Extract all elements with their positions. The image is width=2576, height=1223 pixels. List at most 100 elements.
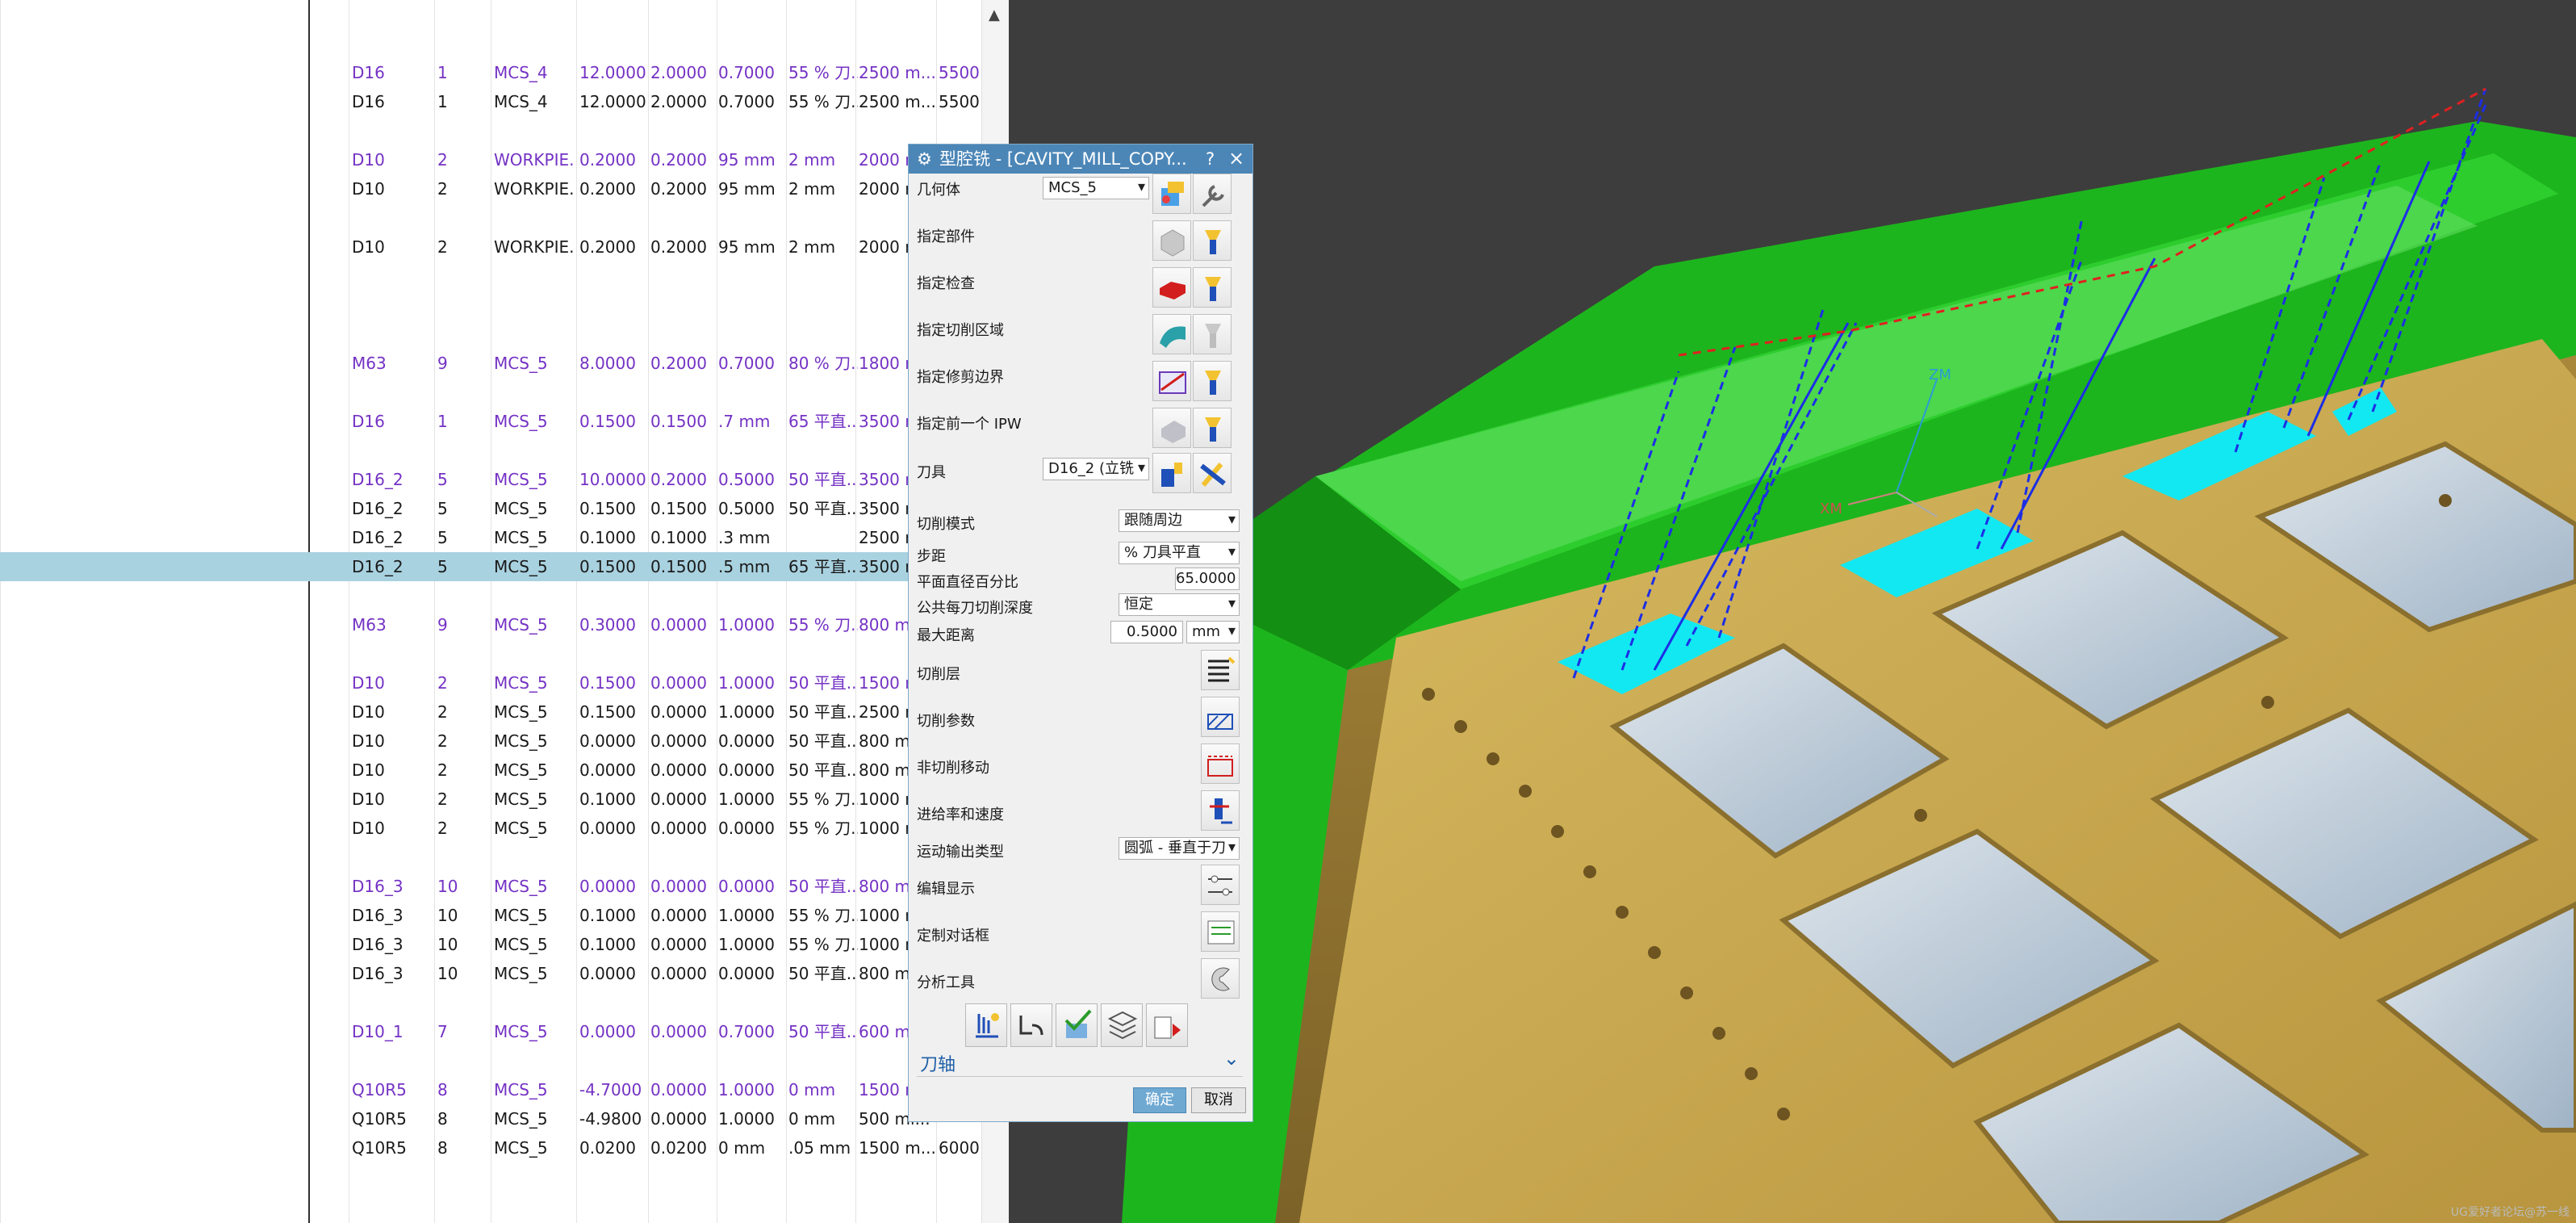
display-check-button[interactable] <box>1193 267 1232 308</box>
tool-axis-section[interactable]: 刀轴 ⌄ <box>917 1047 1243 1077</box>
operation-row[interactable]: PLANAR_PROFILE_6_...D102MCS_50.15000.000… <box>0 668 981 697</box>
group-row[interactable]: 侧面2粗精铣 <box>0 291 981 320</box>
operation-row[interactable]: PLANAR_PROFILE_8_...D10_17MCS_50.00000.0… <box>0 1017 981 1046</box>
select-ipw-button[interactable] <box>1152 408 1191 448</box>
tool-select[interactable]: D16_2 (立铣 <box>1043 458 1149 480</box>
operation-row[interactable]: PLANAR_PROFILE_10D16_25MCS_510.00000.200… <box>0 465 981 494</box>
cut-params-button[interactable] <box>1201 697 1240 737</box>
group-row[interactable]: 侧面精 <box>0 1162 981 1192</box>
program-group-row[interactable]: O0101 <box>0 320 981 349</box>
display-trim-button[interactable] <box>1193 361 1232 401</box>
cut-levels-label: 切削层 <box>917 666 960 683</box>
display-cut-area-button[interactable] <box>1193 314 1232 354</box>
tool-cell: D16_3 <box>352 906 404 925</box>
operation-row[interactable]: ADAPTIVE_MILLINGD102WORKPIE...0.20000.20… <box>0 145 981 174</box>
operation-row[interactable]: PLANAR_PROFILE_6_...D102MCS_50.15000.000… <box>0 697 981 727</box>
new-tool-button[interactable] <box>1152 453 1191 493</box>
operation-row[interactable]: CAVITY_MILL_COPY_...D16_25MCS_50.15000.1… <box>0 552 981 581</box>
depth-per-cut-select[interactable]: 恒定 <box>1119 593 1240 616</box>
num-cell: 10 <box>437 935 458 954</box>
generate-button[interactable] <box>965 1003 1007 1047</box>
scroll-up-arrow-icon[interactable]: ▲ <box>989 6 1000 23</box>
replay-button[interactable] <box>1010 1003 1052 1047</box>
num-cell: 2 <box>437 731 448 751</box>
operation-row[interactable]: ADAPTIVE_MILLING_...D102WORKPIE...0.2000… <box>0 232 981 262</box>
cut-mode-select[interactable]: 跟随周边 <box>1119 509 1240 532</box>
flat-diameter-percent-input[interactable]: 65.0000 <box>1175 568 1240 590</box>
program-group-row[interactable]: O0111 <box>0 1192 981 1221</box>
operation-row[interactable]: FLOOR_WALL_1_CO...D16_310MCS_50.10000.00… <box>0 930 981 959</box>
tool-cell: D16 <box>352 412 385 431</box>
operation-row[interactable]: FLOOR_WALL_1_CO...D16_310MCS_50.10000.00… <box>0 901 981 930</box>
program-group-row[interactable]: O0071 <box>0 203 981 232</box>
operation-row[interactable]: PLANAR_MILL_COPY...Q10R58MCS_5-4.70000.0… <box>0 1075 981 1104</box>
a-cell: 8.0000 <box>579 354 636 373</box>
operation-row[interactable]: FLOOR_WALL_2_CO...D161MCS_412.00002.0000… <box>0 87 981 116</box>
program-group-row[interactable]: O0103 <box>0 436 981 465</box>
geo-cell: MCS_5 <box>494 760 548 780</box>
cut-levels-button[interactable] <box>1201 650 1240 690</box>
display-ipw-button[interactable] <box>1193 408 1232 448</box>
select-trim-button[interactable] <box>1152 361 1191 401</box>
program-group-row[interactable]: O0105 <box>0 639 981 668</box>
customize-dialog-button[interactable] <box>1201 911 1240 952</box>
operation-row[interactable]: PLANAR_MILL_COPY...Q10R58MCS_5-4.98000.0… <box>0 1104 981 1133</box>
operation-row[interactable]: PLANAR_PROFILE_5_...D102MCS_50.00000.000… <box>0 727 981 756</box>
program-group-row[interactable]: O0102 <box>0 378 981 407</box>
close-button[interactable]: × <box>1228 144 1244 173</box>
operation-row[interactable]: FLOOR_WALL_2D161MCS_412.00002.00000.7000… <box>0 58 981 87</box>
program-group-row[interactable]: O0107 <box>0 988 981 1017</box>
display-part-button[interactable] <box>1193 220 1232 261</box>
operation-row[interactable]: FLOOR_WALL_3M639MCS_50.30000.00001.00005… <box>0 610 981 639</box>
group-row[interactable]: 3 <box>0 262 981 291</box>
max-distance-unit-select[interactable]: mm <box>1186 621 1240 643</box>
edit-tool-button[interactable] <box>1193 453 1232 493</box>
dialog-title-bar[interactable]: ⚙ 型腔铣 - [CAVITY_MILL_COPY... ? × <box>909 144 1252 174</box>
operation-row[interactable]: FIXED_CONTOUR_C...Q10R58MCS_50.02000.020… <box>0 1133 981 1162</box>
d-cell: 55 % 刀... <box>788 63 858 82</box>
list-button[interactable] <box>1101 1003 1143 1047</box>
help-button[interactable]: ? <box>1206 144 1215 174</box>
operation-row[interactable]: PLANAR_PROFILE_1...D16_25MCS_50.15000.15… <box>0 494 981 523</box>
motion-output-select[interactable]: 圆弧 - 垂直于刀 <box>1119 837 1240 860</box>
program-group-row[interactable]: O0069 <box>0 29 981 58</box>
operation-row[interactable]: FLOOR_WALL_1_CO...D102MCS_50.10000.00001… <box>0 785 981 814</box>
select-part-button[interactable] <box>1152 220 1191 261</box>
operation-row[interactable]: ADAPTIVE_MILLING_...D102WORKPIE...0.2000… <box>0 174 981 203</box>
geo-cell: MCS_5 <box>494 819 548 838</box>
max-distance-input[interactable]: 0.5000 <box>1110 621 1183 643</box>
program-group-row[interactable]: O0106 <box>0 843 981 872</box>
operation-row[interactable]: ZLEVEL_PROFILED16_25MCS_50.10000.1000.3 … <box>0 523 981 552</box>
operation-row[interactable]: FLOOR_WALL_3_CO...M639MCS_58.00000.20000… <box>0 349 981 378</box>
edit-geometry-button[interactable] <box>1193 174 1232 214</box>
cancel-button[interactable]: 取消 <box>1191 1087 1246 1113</box>
chevron-down-icon[interactable]: ⌄ <box>1223 1047 1240 1070</box>
num-cell: 1 <box>437 63 448 82</box>
group-row[interactable]: 毛坯残料 <box>0 0 981 29</box>
edit-display-button[interactable] <box>1201 865 1240 905</box>
new-geometry-button[interactable] <box>1152 174 1191 214</box>
feeds-speeds-button[interactable] <box>1201 790 1240 831</box>
c-cell: 0.7000 <box>718 1022 775 1041</box>
operation-row[interactable]: FLOOR_WALL_1_CO...D102MCS_50.00000.00000… <box>0 814 981 843</box>
verify-button[interactable] <box>1056 1003 1098 1047</box>
select-cut-area-button[interactable] <box>1152 314 1191 354</box>
operation-row[interactable]: PLANAR_PROFILE_8_...D16_310MCS_50.00000.… <box>0 959 981 988</box>
geo-cell: MCS_5 <box>494 1022 548 1041</box>
check-body-icon <box>1160 282 1186 299</box>
d-cell: 50 平直... <box>788 1022 858 1041</box>
operation-row[interactable]: CAVITY_MILL_COPY_1D161MCS_50.15000.1500.… <box>0 407 981 436</box>
non-cutting-moves-button[interactable] <box>1201 743 1240 784</box>
operation-row[interactable]: PLANAR_PROFILE_1...D16_310MCS_50.00000.0… <box>0 872 981 901</box>
analysis-tools-button[interactable] <box>1201 958 1240 999</box>
post-button[interactable] <box>1146 1003 1188 1047</box>
program-group-row[interactable]: O0104 <box>0 581 981 610</box>
b-cell: 0.1500 <box>650 499 707 518</box>
operation-row[interactable]: PLANAR_PROFILE_6_...D102MCS_50.00000.000… <box>0 756 981 785</box>
stepover-select[interactable]: % 刀具平直 <box>1119 542 1240 564</box>
program-group-row[interactable]: O0108 <box>0 1046 981 1075</box>
ok-button[interactable]: 确定 <box>1133 1087 1186 1113</box>
geometry-select[interactable]: MCS_5 <box>1043 177 1149 199</box>
program-group-row[interactable]: O0070 <box>0 116 981 145</box>
select-check-button[interactable] <box>1152 267 1191 308</box>
